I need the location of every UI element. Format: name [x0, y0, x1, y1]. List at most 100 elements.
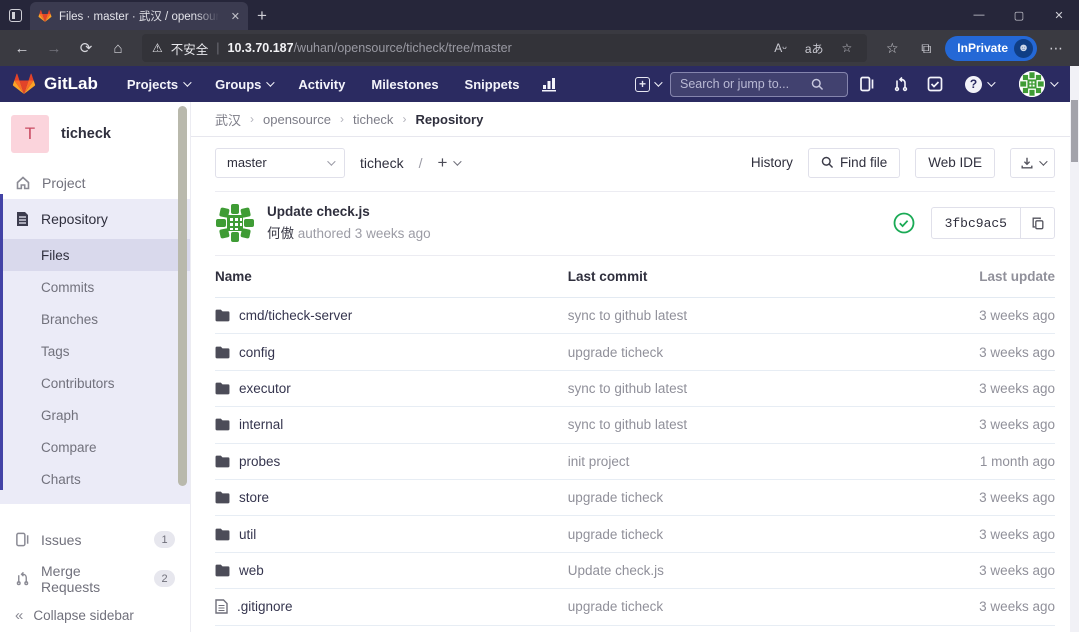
commit-sha[interactable]: 3fbc9ac5	[932, 208, 1020, 238]
breadcrumb-link[interactable]: opensource	[263, 112, 331, 127]
todos-nav-icon[interactable]	[920, 69, 950, 99]
project-header[interactable]: T ticheck	[0, 102, 190, 167]
tab-close-icon[interactable]: ✕	[231, 10, 240, 23]
copy-sha-button[interactable]	[1020, 208, 1054, 238]
file-name-link[interactable]: store	[239, 490, 269, 505]
address-bar[interactable]: ⚠ 不安全 | 10.3.70.187/wuhan/opensource/tic…	[142, 34, 867, 62]
branch-selector[interactable]: master	[215, 148, 345, 178]
commit-author[interactable]: 何傲	[267, 226, 294, 241]
nav-projects[interactable]: Projects	[116, 66, 200, 102]
new-dropdown-button[interactable]: +	[629, 77, 666, 92]
page-scrollbar-thumb[interactable]	[1071, 100, 1078, 162]
download-icon	[1020, 156, 1034, 170]
last-update-text: 3 weeks ago	[979, 381, 1055, 396]
merge-requests-nav-icon[interactable]	[886, 69, 916, 99]
sidebar-item-contributors[interactable]: Contributors	[0, 367, 190, 399]
search-input[interactable]	[680, 77, 805, 91]
reload-button[interactable]: ⟳	[72, 34, 100, 62]
new-tab-button[interactable]: +	[248, 2, 276, 30]
sidebar-item-label: Graph	[41, 408, 79, 423]
gitlab-brand[interactable]: GitLab	[12, 72, 98, 96]
tree-controls: master ticheck / + History Find file Web…	[191, 137, 1079, 188]
file-name-link[interactable]: executor	[239, 381, 291, 396]
help-menu[interactable]: ?	[954, 66, 1004, 102]
user-menu[interactable]	[1008, 66, 1067, 102]
last-commit-link[interactable]: upgrade ticheck	[568, 490, 663, 505]
last-commit-link[interactable]: sync to github latest	[568, 417, 687, 432]
folder-icon	[215, 346, 230, 359]
inprivate-badge[interactable]: InPrivate ☻	[945, 36, 1037, 61]
folder-icon	[215, 382, 230, 395]
file-name-link[interactable]: cmd/ticheck-server	[239, 308, 352, 323]
sidebar-item-charts[interactable]: Charts	[0, 463, 190, 495]
sidebar-item-graph[interactable]: Graph	[0, 399, 190, 431]
history-button[interactable]: History	[751, 155, 793, 170]
chevron-down-icon	[183, 78, 191, 86]
nav-milestones[interactable]: Milestones	[360, 66, 449, 102]
last-commit-link[interactable]: sync to github latest	[568, 308, 687, 323]
chevron-down-icon	[267, 78, 275, 86]
add-file-dropdown[interactable]: +	[437, 153, 459, 173]
forward-button[interactable]: →	[40, 34, 68, 62]
favorites-icon[interactable]: ☆	[877, 34, 907, 62]
sidebar-item-issues[interactable]: Issues 1	[0, 520, 190, 559]
nav-snippets[interactable]: Snippets	[454, 66, 531, 102]
collections-icon[interactable]: ⧉	[911, 34, 941, 62]
commit-title-link[interactable]: Update check.js	[267, 204, 431, 219]
browser-tab[interactable]: Files · master · 武汉 / opensourc ✕	[30, 2, 248, 30]
read-aloud-icon[interactable]: A​ᵕ	[769, 41, 792, 55]
file-name-link[interactable]: internal	[239, 417, 283, 432]
last-commit-link[interactable]: init project	[568, 454, 630, 469]
breadcrumb-link[interactable]: ticheck	[353, 112, 393, 127]
page-url[interactable]: 10.3.70.187/wuhan/opensource/ticheck/tre…	[228, 41, 512, 55]
security-label[interactable]: 不安全	[171, 39, 209, 58]
tab-title: Files · master · 武汉 / opensourc	[59, 8, 219, 24]
last-commit-link[interactable]: Update check.js	[568, 563, 664, 578]
home-button[interactable]: ⌂	[104, 34, 132, 62]
sidebar-item-label: Merge Requests	[41, 563, 143, 595]
sidebar-item-commits[interactable]: Commits	[0, 271, 190, 303]
sidebar-scrollbar[interactable]	[178, 106, 187, 486]
ci-status-passed-icon[interactable]	[893, 212, 915, 234]
tab-actions-button[interactable]	[0, 0, 30, 30]
nav-groups[interactable]: Groups	[204, 66, 283, 102]
file-name-link[interactable]: web	[239, 563, 264, 578]
file-name-link[interactable]: util	[239, 527, 256, 542]
last-commit-link[interactable]: upgrade ticheck	[568, 599, 663, 614]
repo-root-link[interactable]: ticheck	[360, 155, 404, 171]
copy-icon	[1031, 216, 1045, 230]
sidebar-item-repository[interactable]: Repository	[0, 199, 190, 239]
sidebar-item-branches[interactable]: Branches	[0, 303, 190, 335]
issues-nav-icon[interactable]	[852, 69, 882, 99]
page-scrollbar[interactable]	[1070, 66, 1079, 632]
window-minimize-button[interactable]: —	[959, 0, 999, 30]
window-close-button[interactable]: ✕	[1039, 0, 1079, 30]
address-divider: |	[216, 41, 219, 55]
translate-icon[interactable]: aあ	[800, 40, 829, 57]
find-file-button[interactable]: Find file	[808, 148, 900, 178]
web-ide-button[interactable]: Web IDE	[915, 148, 995, 178]
window-maximize-button[interactable]: ▢	[999, 0, 1039, 30]
file-name-link[interactable]: probes	[239, 454, 280, 469]
last-commit-link[interactable]: sync to github latest	[568, 381, 687, 396]
file-name-link[interactable]: .gitignore	[237, 599, 293, 614]
sidebar-item-compare[interactable]: Compare	[0, 431, 190, 463]
charts-nav-icon[interactable]	[534, 69, 564, 99]
back-button[interactable]: ←	[8, 34, 36, 62]
file-name-link[interactable]: config	[239, 345, 275, 360]
last-commit-link[interactable]: upgrade ticheck	[568, 527, 663, 542]
browser-menu-icon[interactable]: ⋯	[1041, 34, 1071, 62]
download-source-button[interactable]	[1010, 148, 1055, 178]
column-name: Name	[215, 269, 252, 284]
nav-activity[interactable]: Activity	[287, 66, 356, 102]
sidebar-item-project[interactable]: Project	[0, 167, 190, 199]
sidebar-item-files[interactable]: Files	[0, 239, 190, 271]
last-commit-link[interactable]: upgrade ticheck	[568, 345, 663, 360]
sidebar-item-merge-requests[interactable]: Merge Requests 2	[0, 559, 190, 598]
search-box[interactable]	[670, 72, 848, 97]
folder-icon	[215, 455, 230, 468]
add-favorite-icon[interactable]: ☆	[837, 41, 858, 55]
sidebar-item-tags[interactable]: Tags	[0, 335, 190, 367]
collapse-sidebar-button[interactable]: « Collapse sidebar	[0, 598, 190, 632]
breadcrumb-link[interactable]: 武汉	[215, 110, 241, 129]
